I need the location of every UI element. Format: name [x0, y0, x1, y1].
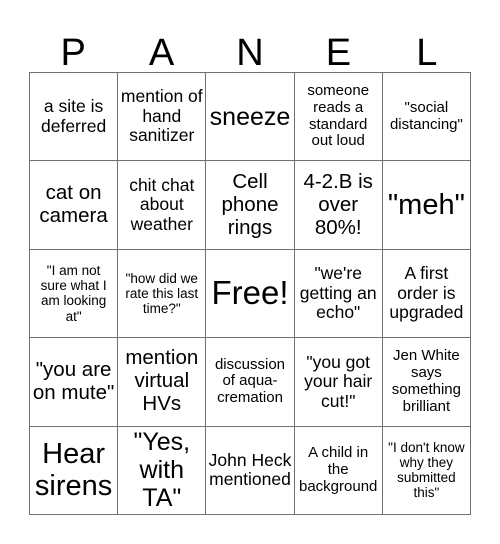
bingo-cell[interactable]: discussion of aqua-cremation [206, 338, 295, 427]
bingo-cell-label: someone reads a standard out loud [307, 82, 370, 150]
bingo-cell[interactable]: "social distancing" [382, 73, 471, 162]
bingo-cell-label: "you are on mute" [32, 357, 115, 404]
bingo-header-letter-0: P [60, 32, 86, 74]
bingo-cell[interactable]: cat on camera [30, 161, 119, 250]
bingo-cell[interactable]: Cell phone rings [206, 161, 295, 250]
bingo-cell-label: Hear sirens [34, 437, 113, 503]
bingo-cell[interactable]: chit chat about weather [118, 161, 207, 250]
bingo-cell[interactable]: "how did we rate this last time?" [118, 249, 207, 339]
bingo-cell-label: sneeze [209, 102, 291, 131]
bingo-cell-label: A child in the background [298, 444, 378, 495]
bingo-cell-label: A first order is upgraded [389, 263, 464, 323]
bingo-cell-label: 4-2.B is over 80%! [303, 169, 373, 239]
bingo-cell-label: mention virtual HVs [125, 346, 199, 416]
bingo-cell-label: Jen White says something brilliant [391, 347, 461, 415]
bingo-cell-label: "meh" [387, 188, 465, 221]
bingo-cell-label: "I don't know why they submitted this" [388, 440, 465, 501]
bingo-cell-label: John Heck mentioned [208, 449, 292, 490]
bingo-header-letter-4: L [416, 32, 438, 74]
bingo-cell[interactable]: "you are on mute" [30, 338, 119, 427]
bingo-cell-label: "we're getting an echo" [299, 263, 377, 323]
bingo-cell[interactable]: Hear sirens [30, 426, 119, 515]
bingo-cell[interactable]: Jen White says something brilliant [382, 338, 471, 427]
bingo-cell[interactable]: A first order is upgraded [382, 249, 471, 339]
bingo-cell[interactable]: A child in the background [294, 426, 383, 515]
bingo-header-letter-2: N [236, 32, 264, 74]
bingo-header: PANEL [29, 22, 471, 72]
bingo-cell-label: "social distancing" [389, 98, 463, 133]
bingo-cell[interactable]: Free! [206, 249, 295, 339]
bingo-cell[interactable]: mention virtual HVs [118, 338, 207, 427]
bingo-cell-label: "you got your hair cut!" [304, 351, 373, 411]
bingo-cell-label: discussion of aqua-cremation [214, 355, 286, 407]
bingo-cell[interactable]: mention of hand sanitizer [118, 73, 207, 162]
bingo-cell-label: cat on camera [39, 181, 108, 228]
bingo-cell[interactable]: "you got your hair cut!" [294, 338, 383, 427]
bingo-cell[interactable]: sneeze [206, 73, 295, 162]
bingo-cell[interactable]: 4-2.B is over 80%! [294, 161, 383, 250]
bingo-cell-label: mention of hand sanitizer [120, 86, 203, 146]
bingo-cell[interactable]: someone reads a standard out loud [294, 73, 383, 162]
bingo-cell-label: chit chat about weather [129, 174, 195, 234]
bingo-grid: a site is deferred mention of hand saniti… [29, 72, 471, 515]
bingo-cell-label: "how did we rate this last time?" [125, 270, 199, 317]
bingo-cell[interactable]: John Heck mentioned [206, 426, 295, 515]
bingo-cell-label: Cell phone rings [221, 169, 279, 239]
bingo-cell-label: "I am not sure what I am looking at" [40, 263, 107, 324]
bingo-header-letter-1: A [148, 32, 175, 74]
bingo-card: P A N E L a site is deferred mention of hand … [0, 0, 500, 544]
bingo-cell[interactable]: "meh" [382, 161, 471, 250]
bingo-cell-label: a site is deferred [41, 96, 107, 136]
bingo-cell[interactable]: "we're getting an echo" [294, 249, 383, 339]
bingo-cell[interactable]: "I am not sure what I am looking at" [30, 249, 119, 339]
bingo-cell[interactable]: "Yes, with TA" [118, 426, 207, 515]
bingo-header-letter-3: E [325, 32, 352, 74]
bingo-cell-label: Free! [211, 274, 289, 312]
bingo-cell[interactable]: "I don't know why they submitted this" [382, 426, 471, 515]
bingo-cell-label: "Yes, with TA" [133, 428, 191, 513]
bingo-cell[interactable]: a site is deferred [30, 73, 119, 162]
